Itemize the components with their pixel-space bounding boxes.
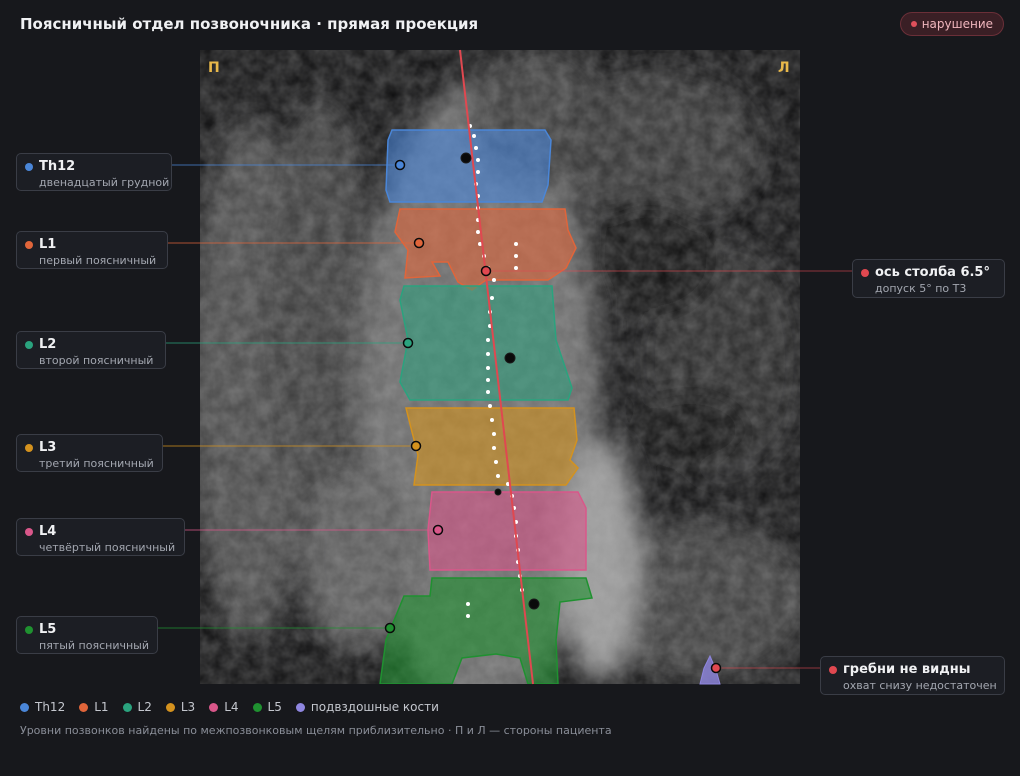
callout-l5-desc: пятый поясничный (39, 639, 149, 652)
legend-item-l5: L5 (252, 700, 282, 714)
callout-crests-desc: охват снизу недостаточен (843, 679, 997, 692)
anchor-dot-l2 (402, 337, 414, 349)
legend-dot (20, 702, 29, 712)
callout-crests-name: гребни не видны (843, 662, 971, 677)
side-label-right: П (208, 60, 220, 76)
callout-th12-desc: двенадцатый грудной (39, 176, 170, 189)
legend-label: подвздошные кости (310, 700, 439, 714)
callout-axis-desc: допуск 5° по Т3 (875, 282, 967, 295)
callout-l3-name: L3 (39, 440, 57, 455)
legend-label: L1 (94, 700, 109, 714)
vertebra-l4-mask (427, 491, 587, 571)
anchor-dot-l4 (432, 524, 444, 536)
callout-l1-name: L1 (39, 237, 57, 252)
legend-item-th12: Th12 (20, 700, 65, 714)
l3-color-dot (25, 444, 33, 452)
legend-item-l4: L4 (209, 700, 239, 714)
th12-color-dot (25, 163, 33, 171)
axis-warning-dot (861, 269, 869, 277)
side-label-left: Л (778, 60, 790, 76)
legend-label: L2 (137, 700, 152, 714)
vertebra-l2-mask (399, 285, 573, 401)
callout-l2: L2 второй поясничный (16, 331, 166, 369)
crests-anchor-dot (710, 662, 722, 674)
legend-dot (122, 702, 132, 712)
callout-th12: Th12 двенадцатый грудной (16, 153, 172, 191)
callout-l3: L3 третий поясничный (16, 434, 163, 472)
callout-l1-desc: первый поясничный (39, 254, 157, 267)
legend-item-iliac: подвздошные кости (295, 700, 439, 714)
axis-anchor-dot (480, 265, 492, 277)
legend-item-l2: L2 (122, 700, 152, 714)
legend-label: Th12 (35, 700, 66, 714)
callout-l1: L1 первый поясничный (16, 231, 168, 269)
legend-dot (79, 702, 89, 712)
legend-label: L4 (224, 700, 239, 714)
crests-warning-dot (829, 666, 837, 674)
callout-l4-name: L4 (39, 524, 57, 539)
l4-color-dot (25, 528, 33, 536)
callout-axis-angle: ось столба 6.5° допуск 5° по Т3 (852, 259, 1005, 298)
callout-l4-desc: четвёртый поясничный (39, 541, 176, 554)
callout-l5: L5 пятый поясничный (16, 616, 158, 654)
legend-item-l3: L3 (165, 700, 196, 714)
callout-l2-name: L2 (39, 337, 57, 352)
vertebra-th12-mask (385, 129, 552, 203)
legend-dot (165, 702, 175, 712)
legend: Th12 L1 L2 L3 L4 L5 подвздошные кости (20, 700, 439, 714)
l1-color-dot (25, 241, 33, 249)
callout-l3-desc: третий поясничный (39, 457, 154, 470)
anchor-dot-l3 (410, 440, 422, 452)
anchor-dot-l1 (413, 237, 425, 249)
anchor-dot-th12 (394, 159, 406, 171)
anchor-dot-l5 (384, 622, 396, 634)
legend-dot (295, 702, 305, 712)
legend-dot (252, 702, 262, 712)
callout-l4: L4 четвёртый поясничный (16, 518, 185, 556)
legend-item-l1: L1 (79, 700, 109, 714)
callout-th12-name: Th12 (39, 159, 76, 174)
legend-label: L5 (267, 700, 282, 714)
footnote: Уровни позвонков найдены по межпозвонков… (20, 724, 612, 737)
l5-color-dot (25, 626, 33, 634)
callout-iliac-crests: гребни не видны охват снизу недостаточен (820, 656, 1005, 695)
l2-color-dot (25, 341, 33, 349)
legend-dot (209, 702, 219, 712)
legend-label: L3 (180, 700, 196, 714)
callout-l5-name: L5 (39, 622, 57, 637)
callout-axis-name: ось столба 6.5° (875, 265, 990, 280)
callout-l2-desc: второй поясничный (39, 354, 154, 367)
